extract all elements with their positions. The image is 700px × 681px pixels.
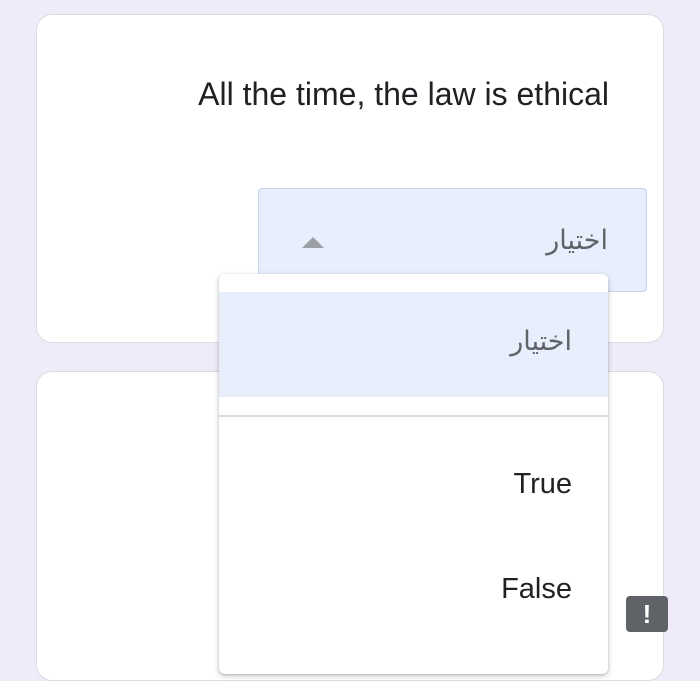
- dropdown-option-false[interactable]: False: [219, 556, 608, 626]
- caret-up-icon: [302, 237, 324, 248]
- dropdown-option-true[interactable]: True: [219, 450, 608, 520]
- dropdown-menu: اختيار True False: [219, 274, 608, 674]
- feedback-button[interactable]: !: [626, 596, 668, 632]
- dropdown-option-placeholder[interactable]: اختيار: [219, 292, 608, 397]
- dropdown-divider: [219, 415, 608, 417]
- option-label: True: [513, 468, 572, 500]
- question-title: All the time, the law is ethical: [198, 76, 609, 112]
- dropdown-selected-value: اختيار: [546, 225, 608, 256]
- option-label: اختيار: [510, 326, 572, 357]
- option-label: False: [501, 573, 572, 605]
- exclamation-icon: !: [642, 599, 652, 629]
